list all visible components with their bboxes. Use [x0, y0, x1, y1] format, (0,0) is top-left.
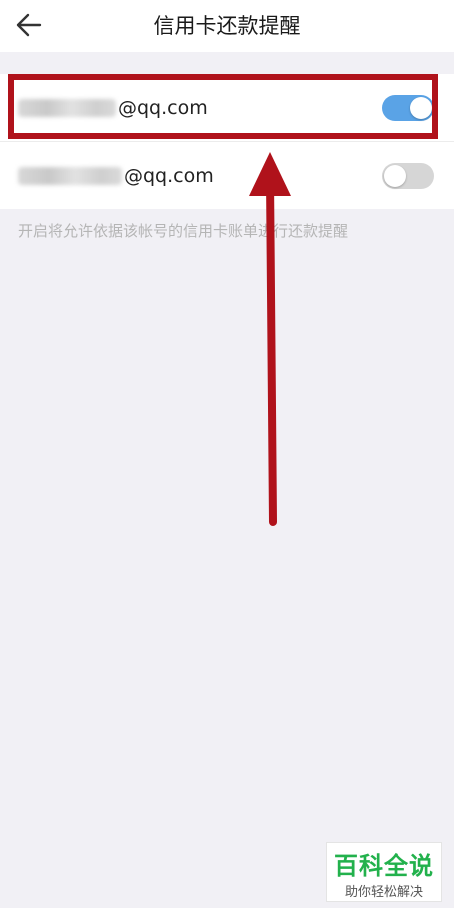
redacted-username [18, 166, 122, 185]
watermark-logo: 百科全说 助你轻松解决 [326, 842, 442, 902]
toggle-knob [384, 165, 406, 187]
hint-text: 开启将允许依据该帐号的信用卡账单进行还款提醒 [18, 222, 349, 240]
account-email: @qq.com [18, 142, 214, 209]
reminder-toggle-switch[interactable] [382, 163, 434, 189]
page-title: 信用卡还款提醒 [153, 14, 301, 38]
top-bar: 信用卡还款提醒 [0, 0, 454, 52]
watermark-subtitle: 助你轻松解决 [344, 885, 423, 900]
account-row: @qq.com [0, 141, 454, 209]
annotation-highlight-box [8, 74, 438, 139]
watermark-title: 百科全说 [334, 852, 434, 880]
email-domain: @qq.com [124, 164, 214, 187]
